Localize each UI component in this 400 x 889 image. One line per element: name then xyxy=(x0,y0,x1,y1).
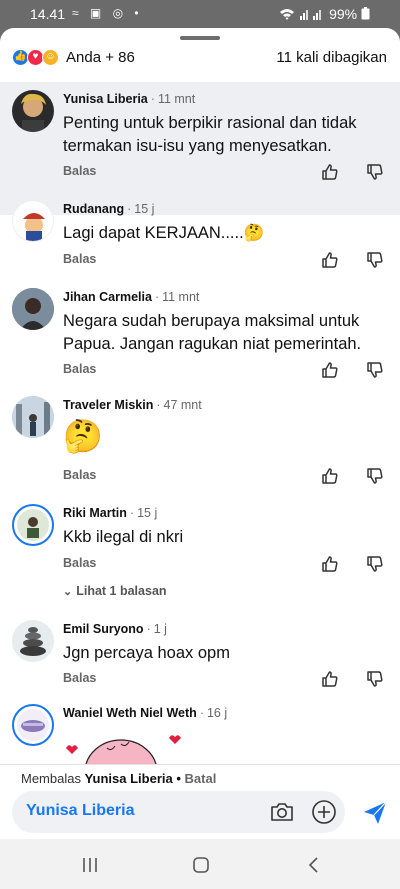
reply-button[interactable]: Balas xyxy=(63,164,96,178)
comment-text: Negara sudah berupaya maksimal untuk Pap… xyxy=(63,312,362,353)
status-right: 99% xyxy=(279,6,370,22)
comment-header: Yunisa Liberia · 11 mnt xyxy=(63,92,196,106)
comment-header: Jihan Carmelia · 11 mnt xyxy=(63,290,200,304)
replying-to-name: Yunisa Liberia xyxy=(84,771,173,786)
battery-icon xyxy=(361,7,370,20)
comment-header: Riki Martin · 15 j xyxy=(63,506,158,520)
reply-button[interactable]: Balas xyxy=(63,468,96,482)
comment-text: Kkb ilegal di nkri xyxy=(63,528,184,546)
comment-author[interactable]: Riki Martin xyxy=(63,506,127,520)
like-icon[interactable] xyxy=(320,554,340,574)
replying-separator: • xyxy=(172,771,185,786)
comment-time: 15 j xyxy=(137,506,158,520)
reply-button[interactable]: Balas xyxy=(63,362,96,376)
avatar[interactable] xyxy=(12,200,54,242)
reactions-bar[interactable]: 👍 ♥ ☺ Anda + 86 11 kali dibagikan xyxy=(0,46,400,70)
dislike-icon[interactable] xyxy=(365,250,385,270)
system-nav-bar xyxy=(0,839,400,889)
comment-item: Emil Suryono · 1 j Jgn percaya hoax opm Ba… xyxy=(0,620,400,700)
comment-item: Rudanang · 15 j Lagi dapat KERJAAN.....🤔 B… xyxy=(0,200,400,280)
dislike-icon[interactable] xyxy=(365,162,385,182)
comment-time: 16 j xyxy=(206,706,228,720)
comment-header: Rudanang · 15 j xyxy=(63,202,155,216)
comment-item: Yunisa Liberia · 11 mnt Penting untuk berp… xyxy=(0,90,400,210)
comment-item: Traveler Miskin · 47 mnt 🤔 Balas xyxy=(0,396,400,496)
reply-button[interactable]: Balas xyxy=(63,671,96,685)
avatar[interactable] xyxy=(12,90,54,132)
sticker-image[interactable] xyxy=(63,730,193,764)
comment-text: Lagi dapat KERJAAN.....🤔 xyxy=(63,224,265,242)
comment-author[interactable]: Jihan Carmelia xyxy=(63,290,152,304)
avatar[interactable] xyxy=(12,504,54,546)
comment-item: Jihan Carmelia · 11 mnt Negara sudah berup… xyxy=(0,288,400,388)
cancel-reply-button[interactable]: Batal xyxy=(185,771,217,786)
like-icon[interactable] xyxy=(320,466,340,486)
comment-time: 11 mnt xyxy=(157,92,196,106)
recent-apps-icon[interactable] xyxy=(80,856,100,874)
camera-icon[interactable] xyxy=(270,801,294,823)
chevron-down-icon: ⌄ xyxy=(63,586,73,598)
reply-button[interactable]: Balas xyxy=(63,252,96,266)
comment-time: 15 j xyxy=(134,202,155,216)
comment-author[interactable]: Traveler Miskin xyxy=(63,398,153,412)
avatar[interactable] xyxy=(12,704,54,746)
shares-count[interactable]: 11 kali dibagikan xyxy=(276,49,387,66)
back-icon[interactable] xyxy=(306,855,322,875)
comment-author[interactable]: Waniel Weth Niel Weth xyxy=(63,706,197,720)
comment-text: Jgn percaya hoax opm xyxy=(63,644,230,662)
status-bar: 14.41 ≈ ▣ ◎ • 99% xyxy=(0,0,400,28)
reply-button[interactable]: Balas xyxy=(63,556,96,570)
drag-handle[interactable] xyxy=(180,36,220,40)
comment-time: 1 j xyxy=(153,622,167,636)
home-icon[interactable] xyxy=(191,855,211,875)
comment-item: Waniel Weth Niel Weth · 16 j xyxy=(0,704,400,764)
like-icon[interactable] xyxy=(320,250,340,270)
status-time: 14.41 xyxy=(30,6,66,22)
signal-icon xyxy=(300,10,322,20)
comment-author[interactable]: Yunisa Liberia xyxy=(63,92,148,106)
reactions-summary[interactable]: Anda + 86 xyxy=(66,49,135,66)
view-replies-link[interactable]: ⌄ Lihat 1 balasan xyxy=(63,584,167,598)
wifi-icon xyxy=(280,9,295,20)
avatar[interactable] xyxy=(12,620,54,662)
comment-input[interactable]: Yunisa Liberia xyxy=(12,791,345,833)
comment-header: Traveler Miskin · 47 mnt xyxy=(63,398,202,412)
avatar[interactable] xyxy=(12,396,54,438)
comment-emoji: 🤔 xyxy=(63,418,103,454)
dislike-icon[interactable] xyxy=(365,554,385,574)
notification-icons: ≈ ▣ ◎ • xyxy=(72,6,143,20)
comment-time: 11 mnt xyxy=(162,290,200,304)
battery-text: 99% xyxy=(329,6,358,22)
dislike-icon[interactable] xyxy=(365,669,385,689)
send-icon[interactable] xyxy=(362,800,388,826)
care-reaction-icon: ☺ xyxy=(42,49,59,66)
comment-author[interactable]: Rudanang xyxy=(63,202,124,216)
comment-author[interactable]: Emil Suryono xyxy=(63,622,144,636)
dislike-icon[interactable] xyxy=(365,360,385,380)
comment-text: Penting untuk berpikir rasional dan tida… xyxy=(63,114,357,155)
comments-sheet: 👍 ♥ ☺ Anda + 86 11 kali dibagikan Yunisa… xyxy=(0,28,400,889)
like-icon[interactable] xyxy=(320,360,340,380)
dislike-icon[interactable] xyxy=(365,466,385,486)
comment-input-mention: Yunisa Liberia xyxy=(26,802,135,819)
comment-time: 47 mnt xyxy=(163,398,202,412)
comment-header: Waniel Weth Niel Weth · 16 j xyxy=(63,706,228,720)
replying-bar: Membalas Yunisa Liberia • Batal xyxy=(0,764,400,788)
replying-prefix: Membalas xyxy=(21,771,85,786)
like-icon[interactable] xyxy=(320,162,340,182)
comment-item: Riki Martin · 15 j Kkb ilegal di nkri Bala… xyxy=(0,504,400,624)
add-icon[interactable] xyxy=(311,799,337,825)
view-replies-label: Lihat 1 balasan xyxy=(76,584,167,598)
comment-header: Emil Suryono · 1 j xyxy=(63,622,167,636)
like-icon[interactable] xyxy=(320,669,340,689)
avatar[interactable] xyxy=(12,288,54,330)
